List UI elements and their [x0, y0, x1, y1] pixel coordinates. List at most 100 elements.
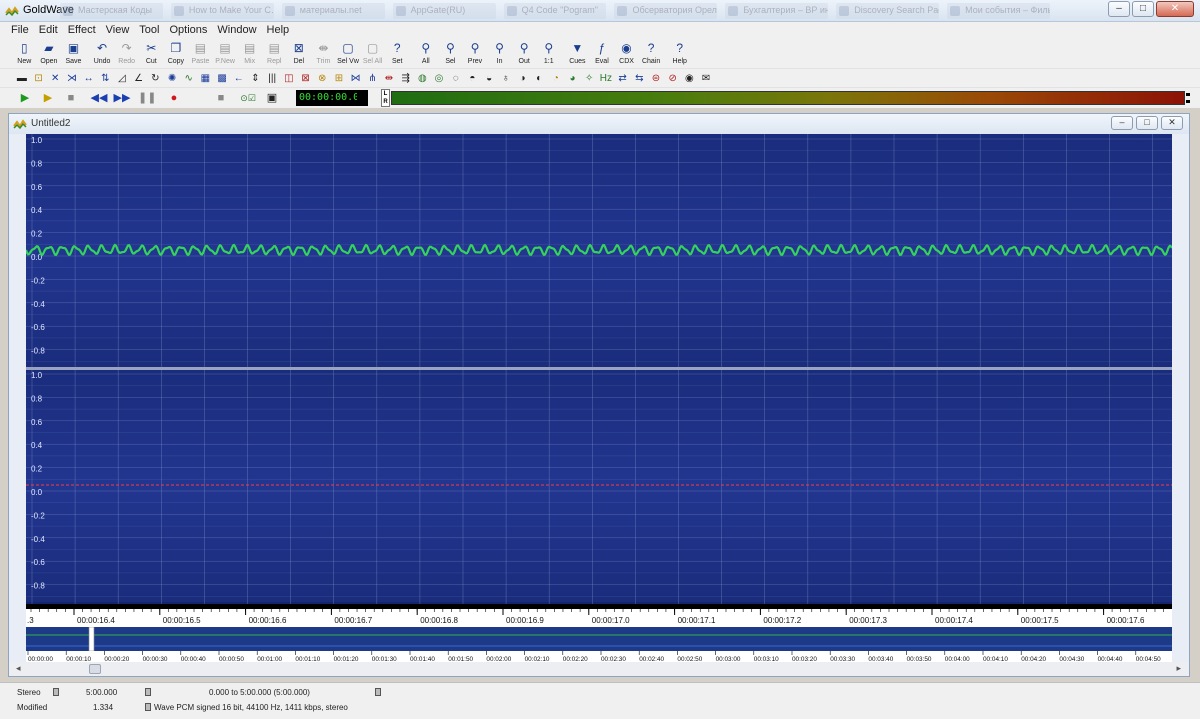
interpolate-icon[interactable]: ♁ — [498, 71, 514, 86]
repl-button[interactable]: ▤ Repl — [262, 40, 287, 67]
menu-help[interactable]: Help — [262, 22, 295, 39]
spectrum-filter-icon[interactable]: ✧ — [581, 71, 597, 86]
offset-icon[interactable]: ▩ — [214, 71, 230, 86]
open-button[interactable]: ▰ Open — [37, 40, 62, 67]
save-button[interactable]: ▣ Save — [61, 40, 86, 67]
1-1-button[interactable]: ⚲ 1:1 — [536, 40, 561, 67]
click-filter-icon[interactable]: ◍ — [415, 71, 431, 86]
reverse-icon[interactable]: ◫ — [281, 71, 297, 86]
menu-effect[interactable]: Effect — [63, 22, 101, 39]
chain-button[interactable]: ? Chain — [639, 40, 664, 67]
fast-forward-icon[interactable]: ▶▶ — [113, 90, 131, 106]
menu-view[interactable]: View — [101, 22, 135, 39]
doc-close-button[interactable]: ✕ — [1161, 116, 1183, 130]
cues-button[interactable]: ▼ Cues — [565, 40, 590, 67]
mail-icon[interactable]: ✉ — [698, 71, 714, 86]
overview-bar[interactable]: 00:00:00 00:00:10 00:00:20 00:00:30 00:00:40… — [26, 626, 1172, 663]
help-button[interactable]: ? Help — [667, 40, 692, 67]
noise-gate-icon[interactable]: ⊘ — [665, 71, 681, 86]
trim-button[interactable]: ⇼ Trim — [311, 40, 336, 67]
out-button[interactable]: ⚲ Out — [512, 40, 537, 67]
fade-out-icon[interactable]: ◓ — [465, 71, 481, 86]
menu-tool[interactable]: Tool — [134, 22, 164, 39]
lowpass-icon[interactable]: ◑ — [515, 71, 531, 86]
silence-icon[interactable]: ▬ — [14, 71, 30, 86]
bandpass-icon[interactable]: ✕ — [47, 71, 63, 86]
mechanize-icon[interactable]: ∿ — [181, 71, 197, 86]
mix-button[interactable]: ▤ Mix — [237, 40, 262, 67]
dynamics-icon[interactable]: ⇅ — [97, 71, 113, 86]
new-button[interactable]: ▯ New — [12, 40, 37, 67]
minimize-button[interactable]: – — [1108, 1, 1130, 17]
eval-button[interactable]: ƒ Eval — [590, 40, 615, 67]
menu-file[interactable]: File — [6, 22, 34, 39]
fade-in-icon[interactable]: ◌ — [448, 71, 464, 86]
timer-icon[interactable]: ◉ — [682, 71, 698, 86]
pause-icon[interactable]: ❚❚ — [138, 90, 156, 106]
sel-vw-button[interactable]: ▢ Sel Vw — [336, 40, 361, 67]
window-record-icon[interactable]: ▣ — [263, 90, 281, 106]
volume-icon[interactable]: ⇹ — [381, 71, 397, 86]
timer-record-icon[interactable]: ⊙☑ — [239, 90, 257, 106]
copy-button[interactable]: ❐ Copy — [164, 40, 189, 67]
rewind-icon[interactable]: ◀◀ — [90, 90, 108, 106]
playback-rate-icon[interactable]: ||| — [264, 71, 280, 86]
hz-filter-icon[interactable]: Hz — [598, 71, 614, 86]
echo-icon[interactable]: ◿ — [114, 71, 130, 86]
in-button[interactable]: ⚲ In — [487, 40, 512, 67]
scroll-thumb[interactable] — [89, 664, 101, 674]
waveform-display[interactable]: 1.0 0.8 0.6 0.4 0.2 0.0 -0.2 -0.4 -0.6 -0.8 1.0 0.8… — [24, 134, 1173, 604]
swap-channels-icon[interactable]: ⇆ — [631, 71, 647, 86]
stereo-icon[interactable]: ⇄ — [615, 71, 631, 86]
filter-icon[interactable]: ◒ — [481, 71, 497, 86]
maximize-button[interactable]: □ — [1132, 1, 1154, 17]
shape-icon[interactable]: ⊞ — [331, 71, 347, 86]
scroll-left-icon[interactable]: ◂ — [16, 663, 21, 674]
stop-icon[interactable]: ■ — [62, 90, 80, 106]
scroll-right-icon[interactable]: ▸ — [1176, 663, 1181, 674]
paste-button[interactable]: ▤ Paste — [188, 40, 213, 67]
horizontal-scrollbar[interactable]: ◂ ▸ — [9, 662, 1189, 676]
compressor-icon[interactable]: ⋊ — [64, 71, 80, 86]
doc-maximize-button[interactable]: □ — [1136, 116, 1158, 130]
close-button[interactable]: ✕ — [1156, 1, 1194, 17]
time-warp-icon[interactable]: ⋔ — [364, 71, 380, 86]
doppler-icon[interactable]: ↔ — [81, 71, 97, 86]
stop-record-icon[interactable]: ■ — [212, 90, 230, 106]
equalizer-icon[interactable]: ◎ — [431, 71, 447, 86]
auto-gain-icon[interactable]: ⊡ — [31, 71, 47, 86]
record-icon[interactable]: ● — [165, 90, 183, 106]
menu-window[interactable]: Window — [212, 22, 261, 39]
play-selection-icon[interactable]: ▶ — [39, 90, 57, 106]
pitch-icon[interactable]: ⇕ — [248, 71, 264, 86]
maximize-icon[interactable]: ◐ — [531, 71, 547, 86]
resample-icon[interactable]: ⊗ — [314, 71, 330, 86]
pan-icon[interactable]: ← — [231, 71, 247, 86]
cut-button[interactable]: ✂ Cut — [139, 40, 164, 67]
equalizer-graph-icon[interactable]: ⊜ — [648, 71, 664, 86]
pop-filter-icon[interactable]: ◕ — [565, 71, 581, 86]
time-ruler[interactable]: .3 00:00:16.4 00:00:16.5 00:00:16.6 00:00:16… — [26, 604, 1172, 627]
all-button[interactable]: ⚲ All — [414, 40, 439, 67]
spatial-icon[interactable]: ⋈ — [348, 71, 364, 86]
prev-button[interactable]: ⚲ Prev — [463, 40, 488, 67]
sel-all-button[interactable]: ▢ Sel All — [360, 40, 385, 67]
envelope-icon[interactable]: ∠ — [131, 71, 147, 86]
doc-minimize-button[interactable]: – — [1111, 116, 1133, 130]
undo-button[interactable]: ↶ Undo — [90, 40, 115, 67]
waveform-canvas[interactable]: 1.0 0.8 0.6 0.4 0.2 0.0 -0.2 -0.4 -0.6 -0.8 1.0 0.8… — [24, 134, 1173, 604]
sound-window[interactable]: Untitled2 – □ ✕ 1.0 0.8 0.6 0.4 0.2 0.0 -0.2 -0… — [8, 113, 1190, 677]
menu-edit[interactable]: Edit — [34, 22, 63, 39]
play-icon[interactable]: ▶ — [16, 90, 34, 106]
noise-icon[interactable]: ◔ — [548, 71, 564, 86]
p-new-button[interactable]: ▤ P.New — [213, 40, 238, 67]
sel-button[interactable]: ⚲ Sel — [438, 40, 463, 67]
channel-mixer-icon[interactable]: ⇶ — [398, 71, 414, 86]
del-button[interactable]: ⊠ Del — [287, 40, 312, 67]
noise-reduction-icon[interactable]: ▦ — [198, 71, 214, 86]
invert-icon[interactable]: ✺ — [164, 71, 180, 86]
menu-options[interactable]: Options — [164, 22, 212, 39]
reverb-icon[interactable]: ⊠ — [298, 71, 314, 86]
set-button[interactable]: ? Set — [385, 40, 410, 67]
redo-button[interactable]: ↷ Redo — [114, 40, 139, 67]
